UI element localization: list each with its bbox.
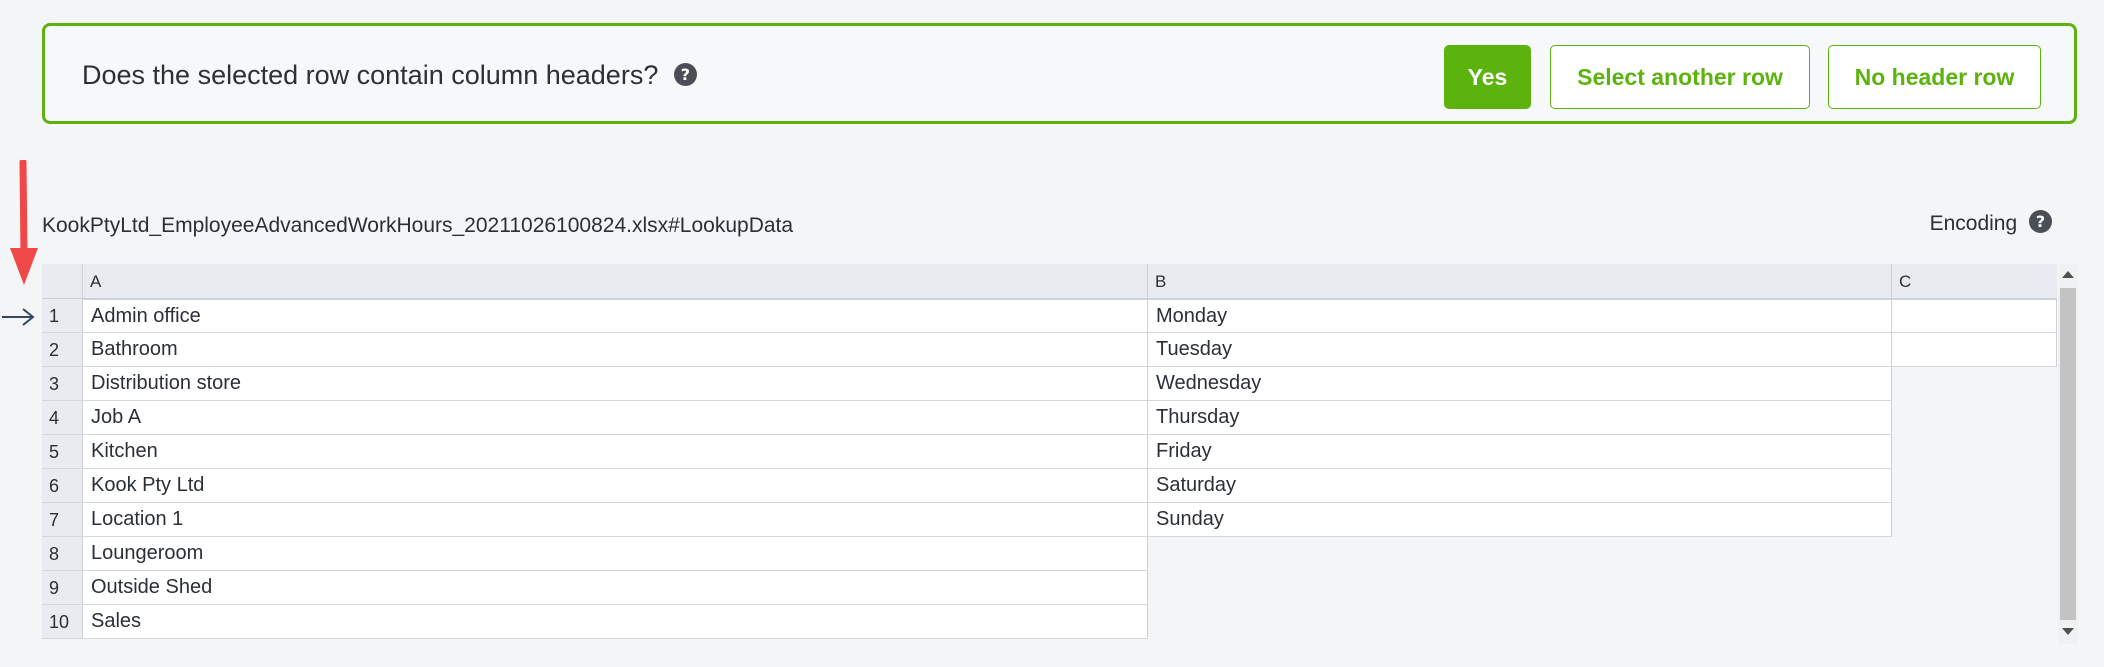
scroll-up-icon[interactable] bbox=[2062, 271, 2074, 278]
table-cell: Bathroom bbox=[83, 333, 1148, 367]
row-number[interactable]: 4 bbox=[42, 401, 83, 435]
row-number[interactable]: 6 bbox=[42, 469, 83, 503]
table-cell: Outside Shed bbox=[83, 571, 1148, 605]
table-cell: Monday bbox=[1148, 299, 1892, 333]
row-number[interactable]: 5 bbox=[42, 435, 83, 469]
table-cell: Admin office bbox=[83, 299, 1148, 333]
table-cell: Job A bbox=[83, 401, 1148, 435]
question-text-wrapper: Does the selected row contain column hea… bbox=[82, 60, 697, 91]
row-number[interactable]: 10 bbox=[42, 605, 83, 639]
yes-button[interactable]: Yes bbox=[1444, 45, 1531, 109]
question-text: Does the selected row contain column hea… bbox=[82, 60, 659, 90]
file-name-label: KookPtyLtd_EmployeeAdvancedWorkHours_202… bbox=[42, 214, 794, 237]
column-header-a[interactable]: A bbox=[83, 264, 1148, 299]
table-cell: Distribution store bbox=[83, 367, 1148, 401]
row-number[interactable]: 9 bbox=[42, 571, 83, 605]
row-number[interactable]: 8 bbox=[42, 537, 83, 571]
column-header-row: A B C bbox=[42, 264, 2057, 299]
help-icon[interactable]: ? bbox=[673, 62, 697, 86]
header-question-panel: Does the selected row contain column hea… bbox=[42, 23, 2077, 124]
encoding-help-icon[interactable]: ? bbox=[2029, 209, 2052, 233]
data-preview-grid: A B C 1 Admin office Monday 2 Bathroom T… bbox=[42, 264, 2057, 644]
column-header-b[interactable]: B bbox=[1148, 264, 1892, 299]
table-cell bbox=[1892, 333, 2057, 367]
corner-header bbox=[42, 264, 83, 299]
table-cell: Kook Pty Ltd bbox=[83, 469, 1148, 503]
table-cell: Friday bbox=[1148, 435, 1892, 469]
table-cell: Location 1 bbox=[83, 503, 1148, 537]
select-another-row-button[interactable]: Select another row bbox=[1550, 45, 1810, 109]
encoding-label: Encoding bbox=[1929, 212, 2018, 235]
table-cell: Thursday bbox=[1148, 401, 1892, 435]
no-header-row-button[interactable]: No header row bbox=[1828, 45, 2041, 109]
arrow-down-icon bbox=[10, 160, 38, 285]
table-cell bbox=[1892, 299, 2057, 333]
table-cell: Wednesday bbox=[1148, 367, 1892, 401]
row-number[interactable]: 7 bbox=[42, 503, 83, 537]
row-number[interactable]: 3 bbox=[42, 367, 83, 401]
table-cell: Sunday bbox=[1148, 503, 1892, 537]
row-number[interactable]: 2 bbox=[42, 333, 83, 367]
arrow-right-icon bbox=[2, 308, 35, 326]
table-cell: Saturday bbox=[1148, 469, 1892, 503]
table-cell: Tuesday bbox=[1148, 333, 1892, 367]
encoding-selector[interactable]: Encoding ? bbox=[1929, 209, 2052, 236]
table-cell: Sales bbox=[83, 605, 1148, 639]
scroll-down-icon[interactable] bbox=[2062, 628, 2074, 635]
table-cell: Kitchen bbox=[83, 435, 1148, 469]
table-cell: Loungeroom bbox=[83, 537, 1148, 571]
row-number[interactable]: 1 bbox=[42, 299, 83, 333]
scrollbar-thumb[interactable] bbox=[2060, 288, 2076, 620]
vertical-scrollbar[interactable] bbox=[2058, 264, 2078, 644]
column-header-c[interactable]: C bbox=[1892, 264, 2057, 299]
